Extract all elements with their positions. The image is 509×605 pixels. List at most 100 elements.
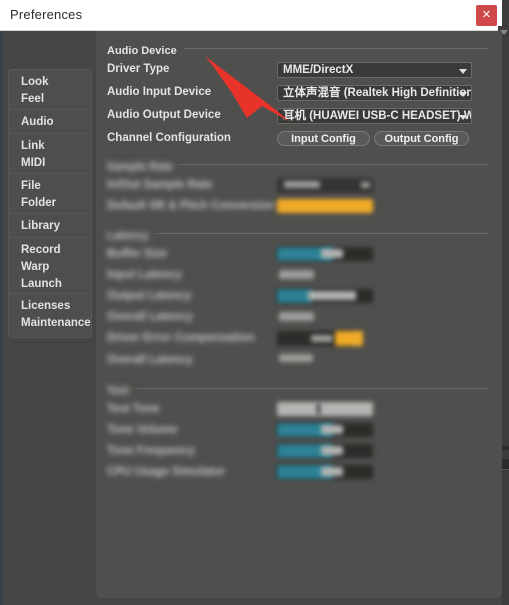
sidebar-item-audio[interactable]: Audio — [9, 114, 91, 131]
preference-label: Default SR & Pitch Conversion — [107, 200, 275, 212]
sidebar-group-5: Record Warp Launch — [8, 237, 92, 299]
section-divider — [107, 388, 488, 389]
sidebar-item-launch[interactable]: Launch — [9, 276, 91, 293]
sidebar-item-file[interactable]: File — [9, 178, 91, 195]
preference-label: Buffer Size — [107, 248, 168, 260]
preference-label: Driver Error Compensation — [107, 332, 255, 344]
sidebar-group-2: Link MIDI — [8, 133, 92, 178]
sidebar-group-3: File Folder — [8, 173, 92, 218]
preference-row: Channel Configuration Input Config Output … — [96, 131, 502, 148]
sidebar-left-edge — [0, 31, 3, 605]
preference-row: Tone Volume — [96, 423, 502, 440]
dropdown-value: MME/DirectX — [283, 64, 354, 76]
preference-row: Buffer Size — [96, 247, 502, 264]
preference-row: Default SR & Pitch Conversion — [96, 199, 502, 216]
dropdown-value: 耳机 (HUAWEI USB-C HEADSET) Wave — [283, 110, 471, 122]
section-title: Audio Device — [107, 45, 184, 58]
section-header-latency: Latency — [107, 226, 488, 243]
sidebar-item-midi[interactable]: MIDI — [9, 155, 91, 172]
background-app-edge — [502, 0, 509, 605]
censored-control[interactable] — [321, 425, 343, 434]
sidebar-item-maintenance[interactable]: Maintenance — [9, 315, 91, 332]
sidebar-group-6: Licenses Maintenance — [8, 293, 92, 338]
censored-control[interactable] — [284, 181, 320, 188]
censored-control[interactable] — [277, 289, 312, 303]
background-mark — [502, 459, 509, 470]
censored-control[interactable] — [335, 331, 363, 346]
censored-control[interactable] — [317, 403, 320, 415]
output-config-button[interactable]: Output Config — [374, 131, 469, 146]
dropdown-value: 立体声混音 (Realtek High Definition Au — [283, 87, 472, 99]
preference-label: Audio Output Device — [107, 109, 221, 121]
input-config-button[interactable]: Input Config — [277, 131, 370, 146]
dropdown-audio-input-device[interactable]: 立体声混音 (Realtek High Definition Au — [277, 85, 472, 101]
section-latency: Latency Buffer Size Input Latency Output La… — [96, 226, 502, 366]
preference-row: Overall Latency — [96, 353, 502, 370]
button-label: Output Config — [384, 132, 459, 145]
dropdown-driver-type[interactable]: MME/DirectX — [277, 62, 472, 78]
preference-label: Output Latency — [107, 290, 192, 302]
preference-row: Test Tone — [96, 402, 502, 419]
preferences-dialog: Look Feel Audio Link MIDI File Folder Library Re… — [0, 31, 502, 605]
button-label: Input Config — [291, 132, 356, 145]
sidebar-item-warp[interactable]: Warp — [9, 259, 91, 276]
preference-row: Overall Latency — [96, 310, 502, 327]
censored-control[interactable] — [279, 312, 314, 321]
preference-label: Overall Latency — [107, 311, 193, 323]
preference-row: In/Out Sample Rate — [96, 178, 502, 195]
sidebar-item-feel[interactable]: Feel — [9, 91, 91, 108]
sidebar-item-library[interactable]: Library — [9, 218, 91, 235]
close-button[interactable]: ✕ — [476, 5, 497, 26]
section-header-sample-rate: Sample Rate — [107, 157, 488, 174]
section-title: Sample Rate — [107, 161, 181, 174]
preference-row: Audio Input Device 立体声混音 (Realtek High De… — [96, 85, 502, 102]
preference-label: In/Out Sample Rate — [107, 179, 213, 191]
censored-control[interactable] — [277, 402, 373, 416]
section-audio-device: Audio Device Driver Type MME/DirectX Audio … — [96, 41, 502, 146]
preference-row: Audio Output Device 耳机 (HUAWEI USB-C HEAD… — [96, 108, 502, 125]
sidebar-item-look[interactable]: Look — [9, 74, 91, 91]
sidebar-group-0: Look Feel — [8, 69, 92, 114]
preference-row: Tone Frequency — [96, 444, 502, 461]
preference-label: Tone Frequency — [107, 445, 195, 457]
censored-control[interactable] — [311, 335, 333, 342]
chevron-down-icon — [459, 69, 467, 74]
sidebar-item-link[interactable]: Link — [9, 138, 91, 155]
section-header-audio-device: Audio Device — [107, 41, 488, 58]
section-title: Test — [107, 385, 136, 398]
preference-row: Output Latency — [96, 289, 502, 306]
preference-label: Overall Latency — [107, 354, 193, 366]
chevron-down-icon — [459, 92, 467, 97]
preference-row: Input Latency — [96, 268, 502, 285]
preference-label: CPU Usage Simulator — [107, 466, 226, 478]
preference-label: Test Tone — [107, 403, 160, 415]
preference-label: Channel Configuration — [107, 132, 231, 144]
censored-control[interactable] — [279, 270, 314, 279]
chevron-down-icon — [459, 115, 467, 120]
preference-row: CPU Usage Simulator — [96, 465, 502, 482]
sidebar-item-record[interactable]: Record — [9, 242, 91, 259]
section-title: Latency — [107, 230, 156, 243]
page-title: Preferences — [10, 7, 83, 22]
censored-control[interactable] — [321, 467, 343, 476]
close-icon: ✕ — [481, 9, 492, 21]
section-sample-rate: Sample Rate In/Out Sample Rate Default SR … — [96, 157, 502, 213]
sidebar: Look Feel Audio Link MIDI File Folder Library Re… — [0, 31, 96, 605]
sidebar-item-licenses[interactable]: Licenses — [9, 298, 91, 315]
censored-control[interactable] — [308, 291, 356, 300]
preference-row: Driver Type MME/DirectX — [96, 62, 502, 79]
preference-label: Tone Volume — [107, 424, 178, 436]
censored-control[interactable] — [361, 182, 370, 188]
sidebar-item-folder[interactable]: Folder — [9, 195, 91, 212]
background-mark — [502, 446, 509, 450]
censored-control[interactable] — [321, 446, 343, 455]
window-title-bar: Preferences ✕ — [0, 0, 502, 31]
censored-control[interactable] — [321, 249, 343, 258]
dropdown-audio-output-device[interactable]: 耳机 (HUAWEI USB-C HEADSET) Wave — [277, 108, 472, 124]
censored-control[interactable] — [279, 354, 313, 362]
preference-label: Driver Type — [107, 63, 170, 75]
preferences-content-panel: Audio Device Driver Type MME/DirectX Audio … — [96, 31, 502, 598]
section-test: Test Test Tone Tone Volume Tone Frequency CP… — [96, 381, 502, 479]
section-header-test: Test — [107, 381, 488, 398]
censored-control[interactable] — [277, 199, 373, 213]
